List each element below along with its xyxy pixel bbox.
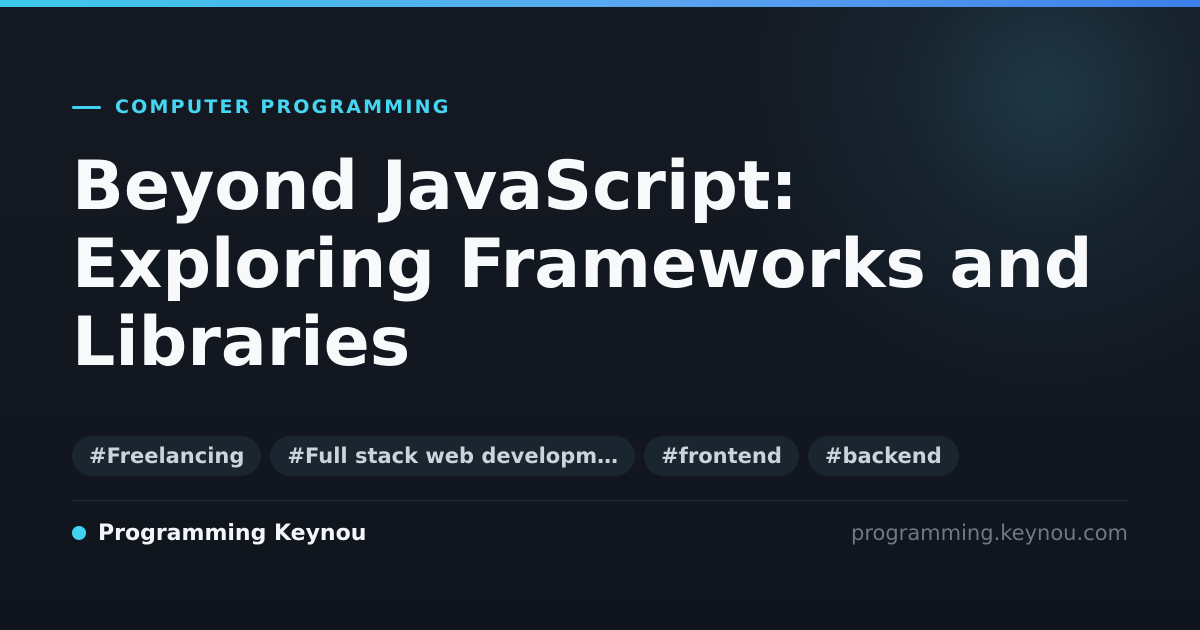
tag-list: #Freelancing #Full stack web developm… #… — [72, 436, 959, 476]
footer: Programming Keynou programming.keynou.co… — [72, 518, 1128, 548]
category-label: COMPUTER PROGRAMMING — [72, 95, 451, 119]
article-title: Beyond JavaScript: Exploring Frameworks … — [72, 148, 1172, 382]
tag-backend[interactable]: #backend — [807, 436, 959, 476]
tag-freelancing[interactable]: #Freelancing — [72, 436, 262, 476]
tag-frontend[interactable]: #frontend — [644, 436, 799, 476]
category-text: COMPUTER PROGRAMMING — [115, 96, 451, 118]
tag-full-stack-web-development[interactable]: #Full stack web developm… — [270, 436, 636, 476]
site-url[interactable]: programming.keynou.com — [851, 521, 1128, 545]
title-line-3: Libraries — [72, 303, 411, 382]
category-dash — [72, 105, 101, 109]
footer-divider — [72, 500, 1128, 501]
brand-name: Programming Keynou — [98, 520, 367, 546]
top-accent-bar — [0, 0, 1200, 7]
brand-dot-icon — [72, 526, 86, 540]
brand: Programming Keynou — [72, 521, 366, 546]
title-line-1: Beyond JavaScript: — [72, 147, 798, 226]
title-line-2: Exploring Frameworks and — [72, 225, 1093, 304]
